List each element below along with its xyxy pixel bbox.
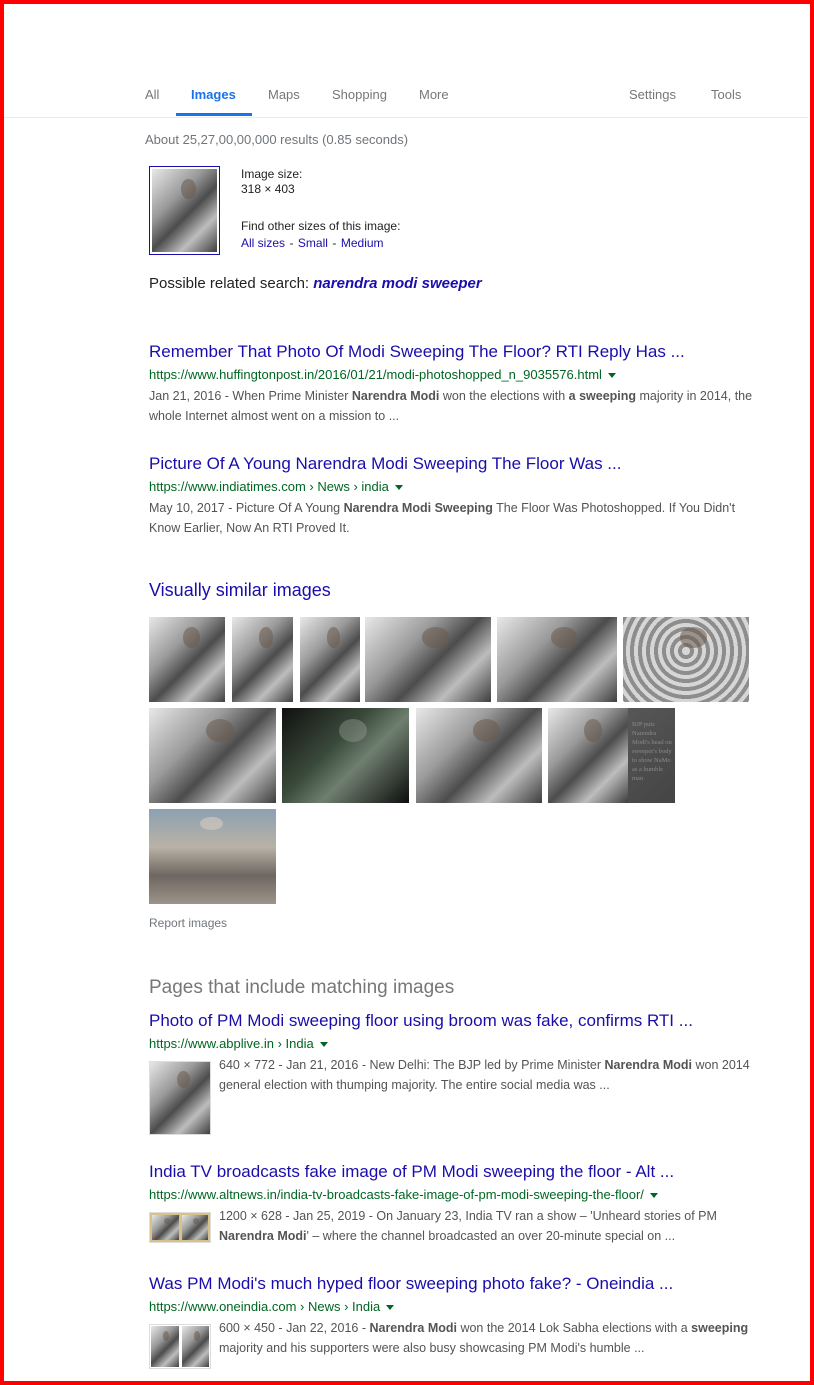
thumbnail-right-image [181,1215,208,1240]
similar-image[interactable] [300,617,360,702]
image-size-label: Image size: [241,167,303,181]
result-snippet: May 10, 2017 - Picture Of A Young Narend… [149,501,736,535]
page-url-text: https://www.abplive.in › India [149,1036,314,1051]
related-search-link[interactable]: narendra modi sweeper [313,275,481,292]
page-snippet: 640 × 772 - Jan 21, 2016 - New Delhi: Th… [219,1058,750,1092]
similar-image[interactable] [416,708,542,803]
page-url: https://www.oneindia.com › News › India [149,1299,395,1314]
page-thumbnail[interactable] [149,1061,211,1135]
size-separator: - [332,236,337,250]
find-sizes-label: Find other sizes of this image: [241,219,401,233]
similar-image[interactable] [149,708,276,803]
tab-images[interactable]: Images [191,87,236,102]
thumbnail-right-image [181,1326,209,1367]
page-url: https://www.abplive.in › India [149,1036,328,1051]
page-thumbnail[interactable] [149,1324,211,1369]
result-url: https://www.huffingtonpost.in/2016/01/21… [149,367,616,382]
query-image [152,169,217,252]
similar-image[interactable] [497,617,617,702]
caret-down-icon[interactable] [649,1193,658,1199]
result-snippet: Jan 21, 2016 - When Prime Minister Naren… [149,389,753,423]
result-title[interactable]: Remember That Photo Of Modi Sweeping The… [149,342,685,362]
result-url-text: https://www.indiatimes.com › News › indi… [149,479,389,494]
result-url: https://www.indiatimes.com › News › indi… [149,479,403,494]
image-size-value: 318 × 403 [241,182,295,196]
similar-image-text-overlay[interactable]: BJP puts Narendra Modi's head on sweeper… [628,708,675,803]
all-sizes-link[interactable]: All sizes [241,236,285,250]
tab-shopping[interactable]: Shopping [332,87,387,102]
similar-image[interactable] [548,708,628,803]
similar-image[interactable] [149,809,276,904]
similar-image[interactable] [365,617,491,702]
similar-images-heading[interactable]: Visually similar images [149,580,331,601]
caret-down-icon[interactable] [607,373,616,379]
page-title[interactable]: India TV broadcasts fake image of PM Mod… [149,1162,674,1182]
search-tabs-bar: All Images Maps Shopping More Settings T… [0,0,808,118]
size-separator: - [289,236,294,250]
similar-image[interactable] [232,617,293,702]
page-title[interactable]: Photo of PM Modi sweeping floor using br… [149,1011,693,1031]
size-links: All sizes - Small - Medium [241,234,384,252]
related-search: Possible related search: narendra modi s… [149,275,482,292]
page-snippet: 600 × 450 - Jan 22, 2016 - Narendra Modi… [219,1321,749,1355]
similar-image[interactable] [282,708,409,803]
caret-down-icon[interactable] [394,485,403,491]
thumbnail-left-image [152,1215,179,1240]
result-stats: About 25,27,00,00,000 results (0.85 seco… [145,132,409,147]
caret-down-icon[interactable] [319,1042,328,1048]
small-size-link[interactable]: Small [298,236,328,250]
result-url-text: https://www.huffingtonpost.in/2016/01/21… [149,367,602,382]
query-image-thumbnail[interactable] [149,166,220,255]
medium-size-link[interactable]: Medium [341,236,384,250]
similar-image[interactable] [623,617,749,702]
caret-down-icon[interactable] [386,1305,395,1311]
page-url-text: https://www.altnews.in/india-tv-broadcas… [149,1187,644,1202]
page-url-text: https://www.oneindia.com › News › India [149,1299,381,1314]
related-search-label: Possible related search: [149,275,310,292]
matching-pages-heading: Pages that include matching images [149,977,455,998]
result-title[interactable]: Picture Of A Young Narendra Modi Sweepin… [149,454,621,474]
page-thumbnail[interactable] [149,1212,211,1243]
similar-image[interactable] [149,617,225,702]
thumbnail-left-image [151,1326,179,1367]
page-snippet: 1200 × 628 - Jan 25, 2019 - On January 2… [219,1209,717,1243]
page-title[interactable]: Was PM Modi's much hyped floor sweeping … [149,1274,673,1294]
active-tab-indicator [176,113,252,116]
tab-more[interactable]: More [419,87,449,102]
page-url: https://www.altnews.in/india-tv-broadcas… [149,1187,658,1202]
settings-link[interactable]: Settings [629,87,676,102]
tools-link[interactable]: Tools [711,87,741,102]
tab-all[interactable]: All [145,87,159,102]
tab-maps[interactable]: Maps [268,87,300,102]
report-images-link[interactable]: Report images [149,916,227,930]
